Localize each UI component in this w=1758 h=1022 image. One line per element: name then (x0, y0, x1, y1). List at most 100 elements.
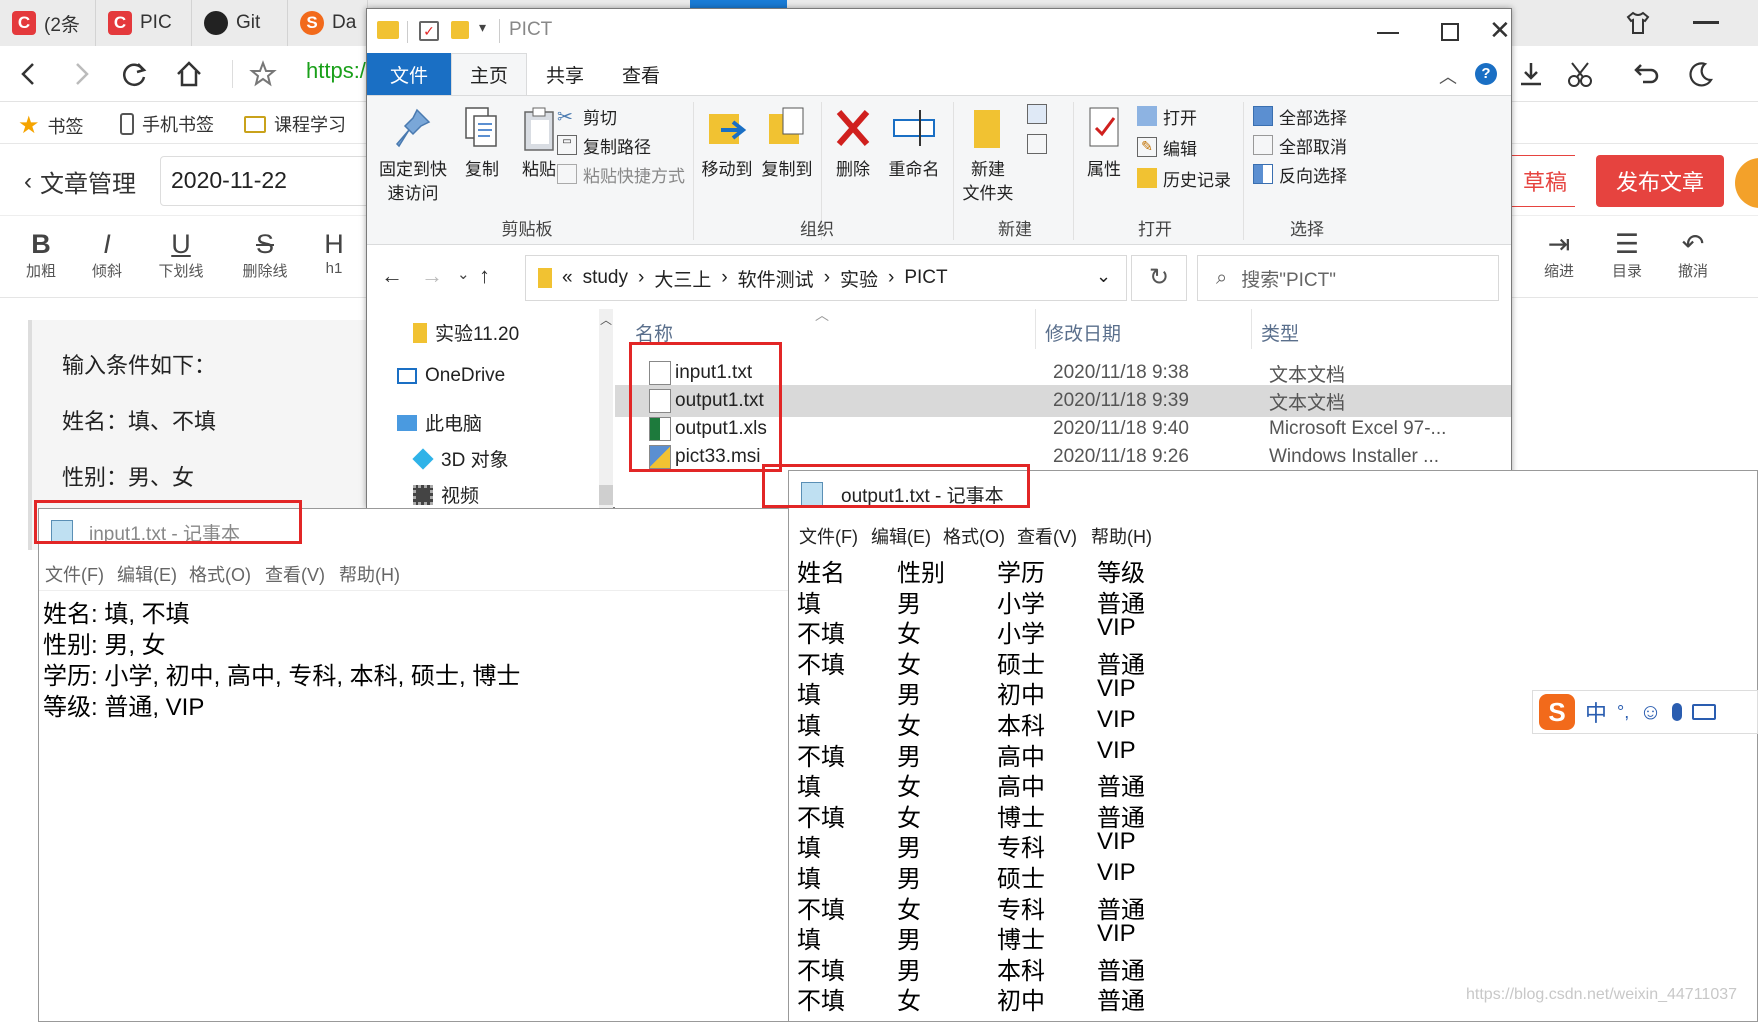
paste-shortcut-button[interactable]: 粘贴快捷方式 (557, 160, 685, 188)
nav-scrollbar[interactable]: ︿ (599, 309, 613, 509)
new-folder-button[interactable]: 新建 文件夹 (957, 104, 1019, 206)
tab-view[interactable]: 查看 (603, 53, 679, 95)
menu-edit[interactable]: 编辑(E) (871, 523, 931, 549)
home-icon[interactable] (172, 57, 206, 91)
edit-button[interactable]: ✎ 编辑 (1137, 133, 1197, 161)
menu-view[interactable]: 查看(V) (1017, 523, 1077, 549)
nav-item[interactable]: 视频 (413, 481, 479, 508)
new-item-icon[interactable] (1027, 104, 1047, 124)
refresh-icon[interactable] (118, 57, 152, 91)
breadcrumb-item[interactable]: 大三上 (654, 265, 711, 292)
underline-button[interactable]: U 下划线 (146, 228, 216, 281)
folder-icon[interactable] (451, 21, 469, 39)
heading-button[interactable]: Hh1 (306, 228, 362, 277)
breadcrumb-item[interactable]: PICT (904, 267, 947, 289)
star-icon[interactable] (246, 57, 280, 91)
microphone-icon[interactable] (1671, 703, 1682, 721)
forward-arrow-icon[interactable]: → (421, 263, 443, 289)
move-to-button[interactable]: 移动到 (697, 104, 757, 182)
close-icon[interactable]: ✕ (1489, 15, 1511, 46)
undo-button[interactable]: ↶ 撤消 (1658, 228, 1728, 281)
breadcrumb-item[interactable]: 软件测试 (738, 265, 814, 292)
quick-access-dropdown-icon[interactable]: ▾ (479, 19, 486, 36)
article-title-input[interactable]: 2020-11-22 (160, 156, 390, 206)
menu-help[interactable]: 帮助(H) (339, 561, 400, 587)
properties-button[interactable]: 属性 (1077, 104, 1131, 182)
menu-file[interactable]: 文件(F) (45, 561, 104, 587)
menu-format[interactable]: 格式(O) (943, 523, 1005, 549)
search-input[interactable]: ⌕ 搜索"PICT" (1197, 255, 1499, 301)
nav-item[interactable]: 实验11.20 (413, 319, 519, 346)
copy-path-button[interactable]: ▭ 复制路径 (557, 131, 651, 159)
ime-mode[interactable]: 中 (1585, 696, 1607, 728)
maximize-icon[interactable] (1441, 23, 1459, 41)
help-icon[interactable]: ? (1475, 63, 1497, 85)
menu-help[interactable]: 帮助(H) (1091, 523, 1152, 549)
scissors-icon[interactable] (1564, 57, 1598, 91)
tab-file[interactable]: 文件 (367, 53, 451, 95)
smiley-icon[interactable]: ☺ (1639, 699, 1661, 725)
collapse-ribbon-icon[interactable]: ︿ (1439, 63, 1457, 89)
ime-punct[interactable]: °, (1617, 702, 1629, 723)
recent-locations-icon[interactable]: ⌄ (457, 265, 470, 283)
tshirt-icon[interactable] (1625, 10, 1651, 36)
nav-item[interactable]: 此电脑 (397, 409, 482, 436)
moon-icon[interactable] (1684, 57, 1718, 91)
easy-access-icon[interactable] (1027, 134, 1047, 154)
breadcrumb-item[interactable]: study (583, 267, 628, 289)
column-header-date[interactable]: 修改日期 (1045, 319, 1121, 346)
browser-tab[interactable]: Git (192, 0, 288, 46)
bold-button[interactable]: B 加粗 (6, 228, 76, 281)
text-line[interactable]: 等级: 普通, VIP (43, 692, 204, 723)
text-line[interactable]: 性别: 男, 女 (43, 630, 166, 661)
column-header-type[interactable]: 类型 (1261, 319, 1299, 346)
browser-tab[interactable]: C (2条 (0, 0, 96, 46)
text-line[interactable]: 学历: 小学, 初中, 高中, 专科, 本科, 硕士, 博士 (43, 661, 520, 692)
back-icon[interactable] (12, 57, 46, 91)
browser-tab[interactable]: C PIC (96, 0, 192, 46)
indent-button[interactable]: ⇥ 缩进 (1524, 228, 1594, 281)
copy-button[interactable]: 复制 (453, 104, 511, 182)
checkbox-icon[interactable]: ✓ (419, 21, 439, 41)
toc-button[interactable]: ☰ 目录 (1592, 228, 1662, 281)
bookmark-item[interactable]: 手机书签 (120, 111, 214, 137)
bookmark-item[interactable]: 课程学习 (244, 111, 346, 137)
tab-home[interactable]: 主页 (451, 53, 527, 95)
select-all-button[interactable]: 全部选择 (1253, 102, 1347, 130)
address-url[interactable]: https:/ (306, 58, 366, 84)
minimize-icon[interactable] (1377, 32, 1399, 34)
back-arrow-icon[interactable]: ← (381, 263, 403, 289)
menu-edit[interactable]: 编辑(E) (117, 561, 177, 587)
select-none-button[interactable]: 全部取消 (1253, 131, 1347, 159)
nav-item[interactable]: 3D 对象 (412, 445, 509, 472)
chevron-down-icon[interactable]: ⌄ (1096, 266, 1111, 287)
undo-icon[interactable] (1628, 57, 1662, 91)
browser-tab[interactable]: S Da (288, 0, 368, 46)
delete-button[interactable]: 删除 (825, 104, 881, 182)
download-icon[interactable] (1514, 57, 1548, 91)
open-button[interactable]: 打开 (1137, 102, 1197, 130)
cut-button[interactable]: ✂ 剪切 (557, 102, 617, 130)
history-button[interactable]: 历史记录 (1137, 164, 1231, 192)
text-line[interactable]: 姓名: 填, 不填 (43, 599, 190, 630)
invert-selection-button[interactable]: 反向选择 (1253, 160, 1347, 188)
refresh-icon[interactable]: ↻ (1131, 255, 1187, 301)
menu-view[interactable]: 查看(V) (265, 561, 325, 587)
forward-icon[interactable] (64, 57, 98, 91)
italic-button[interactable]: I 倾斜 (72, 228, 142, 281)
output-table[interactable]: 姓名 性别 学历 等级填男小学 普通 不填女小学 VIP 不填女硕士 普通填男初中 VIP 填女本科… (797, 553, 1397, 1022)
keyboard-icon[interactable] (1691, 704, 1716, 720)
publish-article-button[interactable]: 发布文章 (1596, 155, 1724, 207)
up-arrow-icon[interactable]: ↑ (479, 263, 490, 289)
menu-file[interactable]: 文件(F) (799, 523, 858, 549)
pin-quick-access-button[interactable]: 固定到快 速访问 (373, 104, 453, 206)
strikethrough-button[interactable]: S 删除线 (230, 228, 300, 281)
nav-item[interactable]: OneDrive (397, 365, 505, 387)
rename-button[interactable]: 重命名 (881, 104, 947, 182)
minimize-icon[interactable] (1693, 21, 1719, 24)
copy-to-button[interactable]: 复制到 (757, 104, 817, 182)
breadcrumb[interactable]: « study › 大三上 › 软件测试 › 实验 › PICT ⌄ (525, 255, 1127, 301)
ime-toolbar[interactable]: S 中 °, ☺ (1532, 690, 1758, 734)
bookmark-item[interactable]: ★ 书签 (18, 111, 84, 140)
breadcrumb-overflow[interactable]: « (562, 267, 573, 289)
